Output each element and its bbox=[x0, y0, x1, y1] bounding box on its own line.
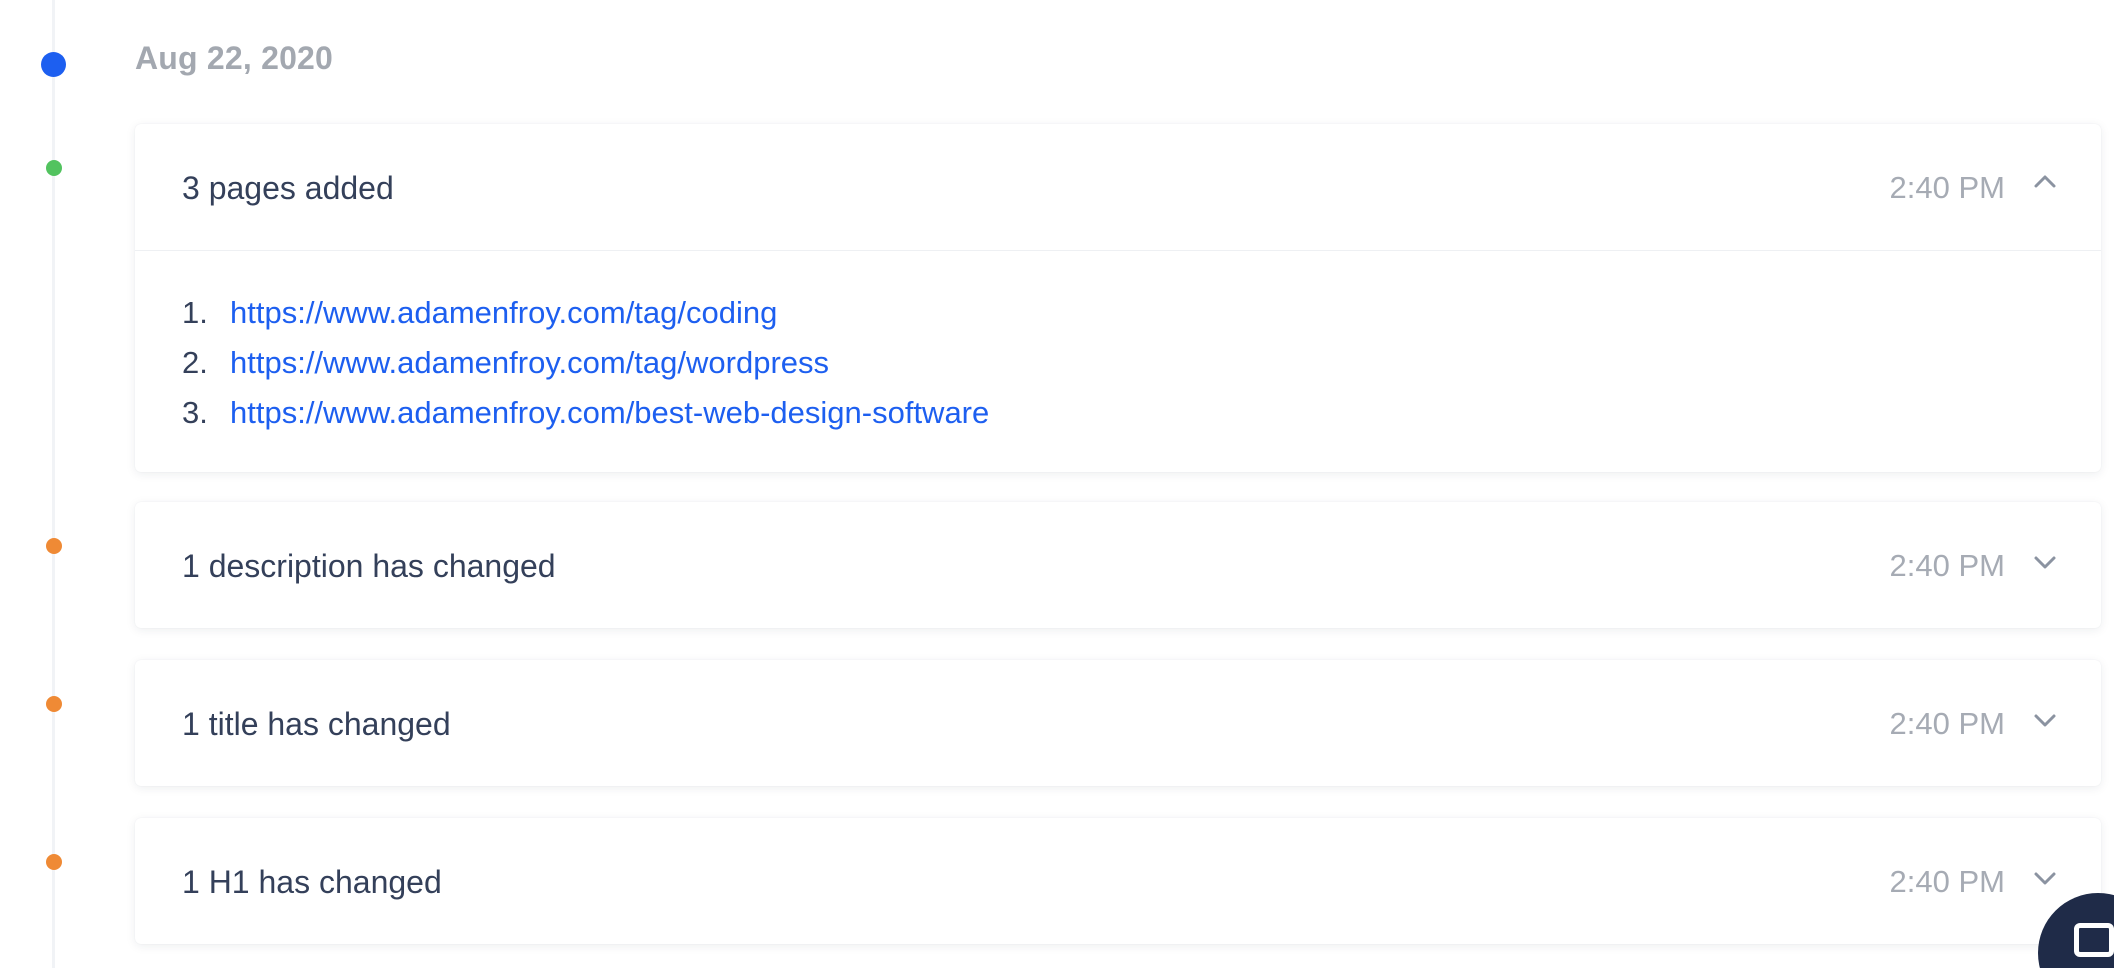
event-status-dot bbox=[46, 854, 62, 870]
event-status-dot bbox=[46, 696, 62, 712]
chevron-down-icon[interactable] bbox=[2031, 546, 2059, 574]
event-time: 2:40 PM bbox=[1889, 864, 2005, 899]
chevron-down-icon[interactable] bbox=[2031, 704, 2059, 732]
change-timeline: Aug 22, 2020 3 pages added 2:40 PM 1. htt… bbox=[0, 0, 2114, 968]
list-item: 3. https://www.adamenfroy.com/best-web-de… bbox=[182, 388, 989, 438]
list-item: 1. https://www.adamenfroy.com/tag/coding bbox=[182, 288, 989, 338]
page-link[interactable]: https://www.adamenfroy.com/best-web-desi… bbox=[230, 395, 989, 430]
chevron-down-icon[interactable] bbox=[2031, 862, 2059, 890]
list-item-number: 3. bbox=[182, 395, 208, 430]
event-card-h1-changed: 1 H1 has changed 2:40 PM bbox=[135, 818, 2101, 944]
event-time: 2:40 PM bbox=[1889, 706, 2005, 741]
event-time: 2:40 PM bbox=[1889, 548, 2005, 583]
added-pages-list: 1. https://www.adamenfroy.com/tag/coding … bbox=[182, 288, 989, 438]
event-card-header[interactable]: 1 H1 has changed 2:40 PM bbox=[135, 818, 2101, 944]
event-status-dot bbox=[46, 160, 62, 176]
event-title: 1 description has changed bbox=[182, 548, 556, 584]
event-card-header[interactable]: 1 title has changed 2:40 PM bbox=[135, 660, 2101, 786]
event-status-dot bbox=[46, 538, 62, 554]
event-title: 1 H1 has changed bbox=[182, 864, 442, 900]
list-item-number: 2. bbox=[182, 345, 208, 380]
event-card-pages-added: 3 pages added 2:40 PM 1. https://www.adam… bbox=[135, 124, 2101, 472]
page-link[interactable]: https://www.adamenfroy.com/tag/coding bbox=[230, 295, 777, 330]
event-card-header[interactable]: 3 pages added 2:40 PM bbox=[135, 124, 2101, 251]
timeline-line bbox=[52, 0, 55, 968]
event-card-title-changed: 1 title has changed 2:40 PM bbox=[135, 660, 2101, 786]
list-item: 2. https://www.adamenfroy.com/tag/wordpre… bbox=[182, 338, 989, 388]
event-title: 1 title has changed bbox=[182, 706, 451, 742]
chevron-up-icon[interactable] bbox=[2031, 168, 2059, 196]
list-item-number: 1. bbox=[182, 295, 208, 330]
date-heading: Aug 22, 2020 bbox=[135, 40, 334, 76]
event-card-header[interactable]: 1 description has changed 2:40 PM bbox=[135, 502, 2101, 628]
event-time: 2:40 PM bbox=[1889, 170, 2005, 205]
date-marker-dot bbox=[41, 52, 66, 77]
chat-icon bbox=[2074, 923, 2114, 957]
event-card-description-changed: 1 description has changed 2:40 PM bbox=[135, 502, 2101, 628]
event-title: 3 pages added bbox=[182, 170, 394, 206]
page-link[interactable]: https://www.adamenfroy.com/tag/wordpress bbox=[230, 345, 829, 380]
